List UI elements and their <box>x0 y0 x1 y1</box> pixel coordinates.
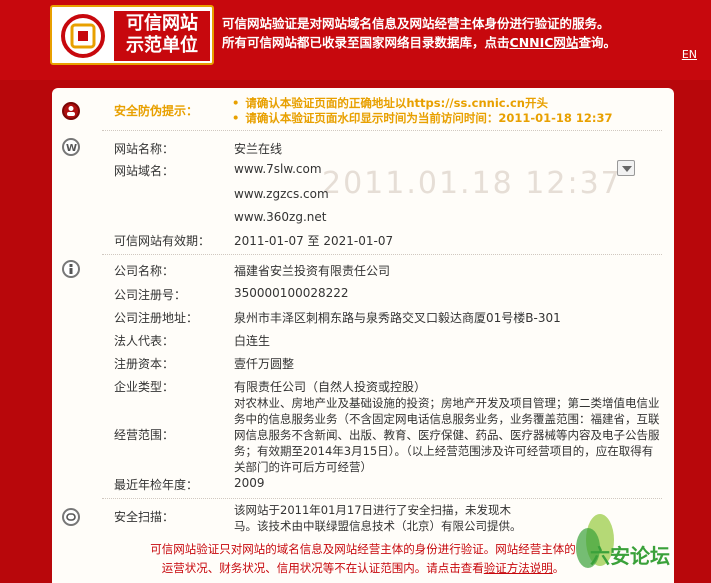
website-domain-item: www.zgzcs.com <box>234 187 329 201</box>
legal-rep-label: 法人代表： <box>114 334 175 348</box>
security-scan-icon <box>62 508 80 526</box>
address-label: 公司注册地址： <box>114 311 199 325</box>
company-type-value: 有限责任公司（自然人投资或控股） <box>234 380 427 394</box>
safety-tip-url: 请确认本验证页面的正确地址以https://ss.cnnic.cn开头 <box>232 96 613 111</box>
website-icon: W <box>62 138 80 156</box>
annual-inspection-value: 2009 <box>234 476 265 490</box>
divider <box>102 130 662 131</box>
website-domain-item: www.360zg.net <box>234 210 327 224</box>
company-name-label: 公司名称： <box>114 264 175 278</box>
header-message-prefix: 所有可信网站都已收录至国家网络目录数据库，点击 <box>222 35 510 50</box>
language-en-link[interactable]: EN <box>682 48 697 61</box>
website-name-value: 安兰在线 <box>234 142 283 156</box>
company-type-label: 企业类型： <box>114 380 175 394</box>
reg-no-label: 公司注册号： <box>114 288 187 302</box>
domain-expand-button[interactable] <box>617 160 635 176</box>
address-value: 泉州市丰泽区刺桐东路与泉秀路交叉口毅达商厦01号楼B-301 <box>234 311 561 325</box>
scope-label: 经营范围： <box>114 428 175 442</box>
company-info-icon <box>62 260 80 278</box>
logo-text-line1: 可信网站 <box>126 13 198 34</box>
reg-no-value: 350000100028222 <box>234 286 349 300</box>
website-domain-item: www.7slw.com <box>234 162 322 176</box>
header-message: 可信网站验证是对网站域名信息及网站经营主体身份进行验证的服务。 所有可信网站都已… <box>222 14 682 52</box>
forum-badge-text: 六安论坛 <box>590 544 670 568</box>
capital-value: 壹仟万圆整 <box>234 357 295 371</box>
verification-method-link[interactable]: 验证方法说明 <box>484 561 553 575</box>
safety-tip-watermark: 请确认本验证页面水印显示时间为当前访问时间：2011-01-18 12:37 <box>232 111 612 126</box>
website-domain-label: 网站域名： <box>114 164 175 178</box>
trusted-emblem-icon <box>61 14 105 58</box>
capital-label: 注册资本： <box>114 357 175 371</box>
validity-label: 可信网站有效期： <box>114 234 211 248</box>
divider <box>102 254 662 255</box>
logo-text: 可信网站 示范单位 <box>114 11 210 61</box>
validity-value: 2011-01-07 至 2021-01-07 <box>234 234 394 248</box>
safety-alert-icon <box>62 102 80 120</box>
trusted-site-logo[interactable]: 可信网站 示范单位 <box>50 5 214 65</box>
cnnic-link[interactable]: CNNIC网站 <box>510 35 579 50</box>
logo-text-line2: 示范单位 <box>126 35 198 56</box>
company-name-value: 福建省安兰投资有限责任公司 <box>234 264 391 278</box>
header-message-line1: 可信网站验证是对网站域名信息及网站经营主体身份进行验证的服务。 <box>222 16 610 31</box>
svg-text:W: W <box>66 143 77 154</box>
website-name-label: 网站名称： <box>114 142 175 156</box>
scope-value: 对农林业、房地产业及基础设施的投资；房地产开发及项目管理；第二类增值电信业务中的… <box>234 396 660 474</box>
annual-inspection-label: 最近年检年度： <box>114 478 199 492</box>
header-message-line2: 所有可信网站都已收录至国家网络目录数据库，点击CNNIC网站查询。 <box>222 33 682 52</box>
scan-value: 该网站于2011年01月17日进行了安全扫描，未发现木马。该技术由中联绿盟信息技… <box>234 503 522 533</box>
safety-tips: 请确认本验证页面的正确地址以https://ss.cnnic.cn开头 请确认本… <box>232 96 613 126</box>
watermark-text: 2011.01.18 12:37 <box>322 166 622 201</box>
header-bar: 可信网站 示范单位 可信网站验证是对网站域名信息及网站经营主体身份进行验证的服务… <box>0 0 711 80</box>
legal-rep-value: 白连生 <box>234 334 271 348</box>
header-message-suffix: 查询。 <box>578 35 616 50</box>
scan-label: 安全扫描： <box>114 510 175 524</box>
safety-label: 安全防伪提示： <box>114 104 199 118</box>
divider <box>102 498 662 499</box>
footer-line2-prefix: 运营状况、财务状况、信用状况等不在认证范围内。请点击查看 <box>161 561 484 575</box>
